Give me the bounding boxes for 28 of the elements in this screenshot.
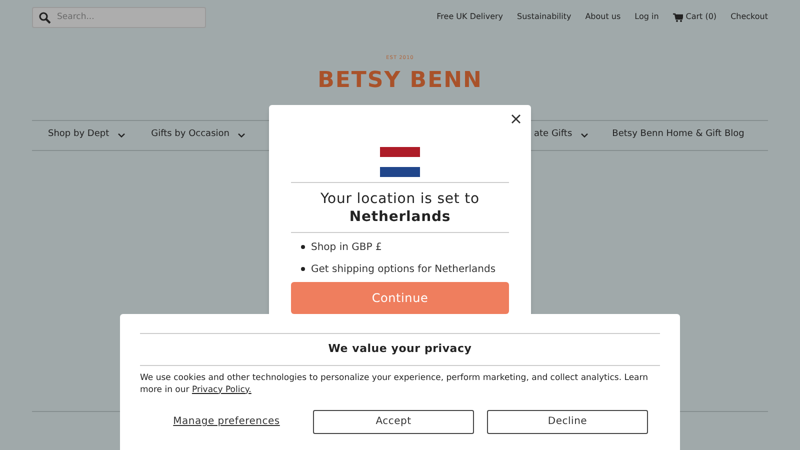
privacy-text: We use cookies and other technologies to personalize your experience, perform marketing, and collect analytics. Learn more in our Privacy Policy.	[140, 372, 649, 396]
cart-link[interactable]: Cart (0)	[672, 11, 717, 23]
bullet-icon	[301, 267, 305, 271]
nav-item[interactable]: Betsy Benn Home & Gift Blog	[612, 128, 744, 142]
top-link[interactable]: Sustainability	[517, 11, 572, 23]
manage-preferences-link[interactable]: Manage preferences	[173, 414, 280, 429]
search-field[interactable]: Search...	[32, 6, 206, 28]
consent-button[interactable]: Decline	[487, 410, 648, 434]
country-name: Netherlands	[349, 208, 451, 226]
privacy-policy-link[interactable]: Privacy Policy.	[192, 384, 252, 394]
top-link[interactable]: Log in	[634, 11, 659, 23]
bullet-text: Get shipping options for Netherlands	[311, 262, 496, 276]
privacy-title: We value your privacy	[328, 341, 472, 357]
cart-icon	[672, 12, 683, 22]
bullet-icon	[301, 245, 305, 249]
nav-item[interactable]: Gifts by Occasion	[151, 128, 246, 142]
bullet-text: Shop in GBP £	[311, 240, 382, 254]
top-link[interactable]: About us	[585, 11, 621, 23]
location-title: Your location is set to	[320, 190, 480, 208]
search-icon	[39, 12, 51, 24]
flag-icon	[380, 147, 420, 177]
consent-button[interactable]: Accept	[313, 410, 474, 434]
close-icon	[511, 114, 521, 124]
nav-item[interactable]: ate Gifts	[534, 128, 588, 142]
top-link[interactable]: Checkout	[730, 11, 768, 23]
top-link[interactable]: Free UK Delivery	[436, 11, 504, 23]
close-button[interactable]	[509, 112, 523, 126]
nav-item[interactable]: Shop by Dept	[48, 128, 126, 142]
